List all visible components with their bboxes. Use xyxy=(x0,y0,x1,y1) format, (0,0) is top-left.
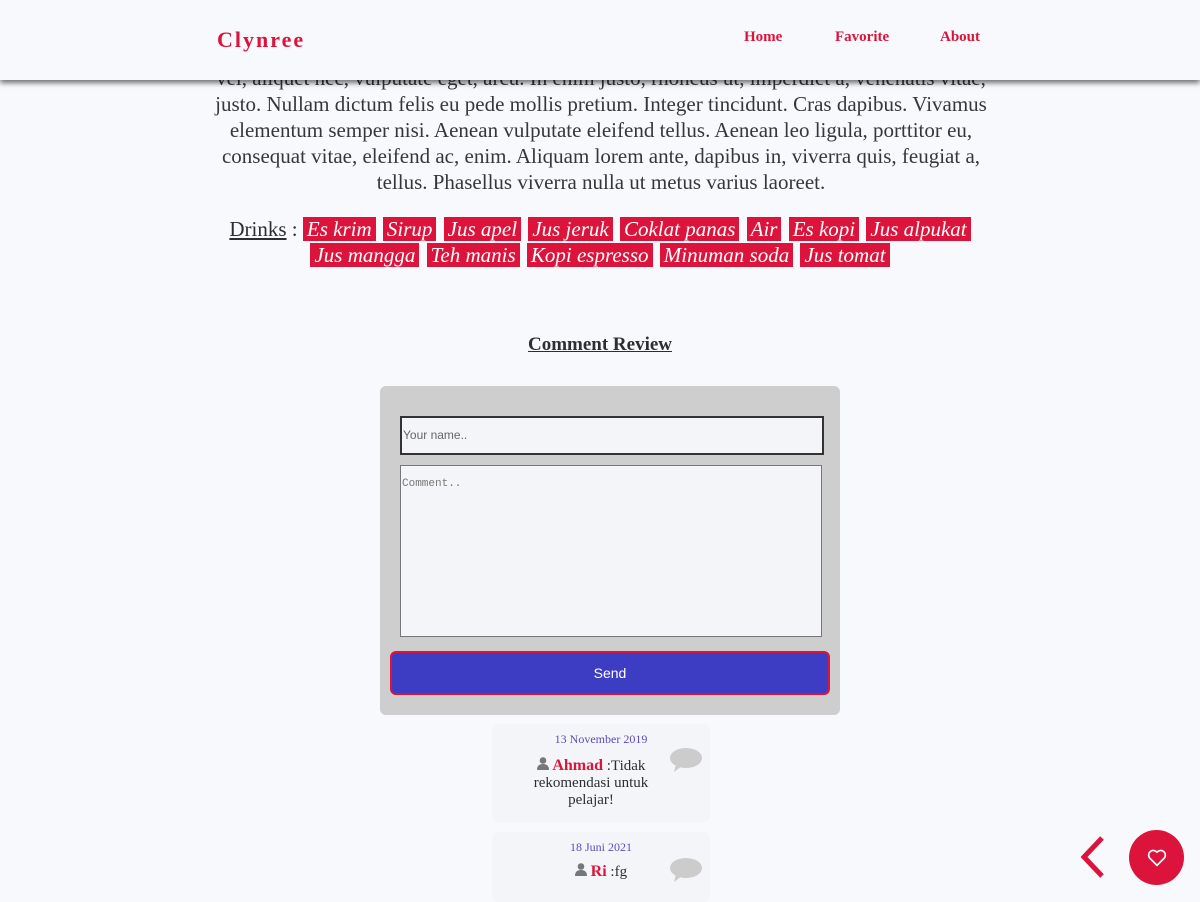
comment-date: 18 Juni 2021 xyxy=(569,840,632,854)
comment-author: Ri xyxy=(590,863,607,880)
user-icon xyxy=(574,863,587,876)
logo[interactable]: Clynree xyxy=(217,27,305,53)
drink-tag: Minuman soda xyxy=(659,243,794,267)
comment-date: 13 November 2019 xyxy=(554,732,648,746)
comment-body: Ahmad :Tidak rekomendasi untuk pelajar! xyxy=(522,757,660,809)
comment-author: Ahmad xyxy=(552,757,604,774)
header: Clynree Home Favorite About xyxy=(0,0,1200,80)
drink-tag: Jus mangga xyxy=(310,243,420,267)
drinks-label: Drinks xyxy=(229,217,287,241)
nav-home[interactable]: Home xyxy=(744,29,782,46)
drink-tag: Teh manis xyxy=(426,243,520,267)
name-input[interactable]: Your name.. xyxy=(400,416,824,455)
drink-tag: Air xyxy=(746,217,782,241)
drink-tag: Jus tomat xyxy=(800,243,890,267)
comment-card: 13 November 2019 Ahmad :Tidak rekomendas… xyxy=(492,724,710,822)
nav-favorite[interactable]: Favorite xyxy=(835,29,889,46)
favorite-button[interactable] xyxy=(1129,830,1184,885)
drink-tag: Kopi espresso xyxy=(526,243,653,267)
send-button[interactable]: Send xyxy=(390,651,830,695)
drinks-list: Drinks : Es krim Sirup Jus apel Jus jeru… xyxy=(212,216,990,268)
comment-textarea[interactable]: Comment.. xyxy=(400,465,822,637)
speech-bubble-icon xyxy=(670,748,702,772)
drink-tag: Jus jeruk xyxy=(528,217,613,241)
drink-tag: Coklat panas xyxy=(619,217,740,241)
chevron-left-icon[interactable] xyxy=(1078,836,1106,878)
comment-card: 18 Juni 2021 Ri :fg xyxy=(492,832,710,902)
nav-about[interactable]: About xyxy=(940,29,980,46)
drinks-separator: : xyxy=(286,217,303,241)
drink-tag: Sirup xyxy=(382,217,437,241)
speech-bubble-icon xyxy=(670,858,702,882)
user-icon xyxy=(536,757,549,770)
comment-text: :fg xyxy=(606,864,628,880)
drink-tag: Es krim xyxy=(302,217,376,241)
drink-tag: Es kopi xyxy=(788,217,860,241)
article-paragraph: vel, aliquet nec, vulputate eget, arcu. … xyxy=(215,66,987,194)
comment-form: Your name.. Comment.. Send xyxy=(380,386,840,715)
heart-icon xyxy=(1147,849,1166,866)
comment-review-title: Comment Review xyxy=(527,334,673,355)
comment-body: Ri :fg xyxy=(522,863,680,881)
drink-tag: Jus apel xyxy=(443,217,522,241)
drink-tag: Jus alpukat xyxy=(866,217,971,241)
